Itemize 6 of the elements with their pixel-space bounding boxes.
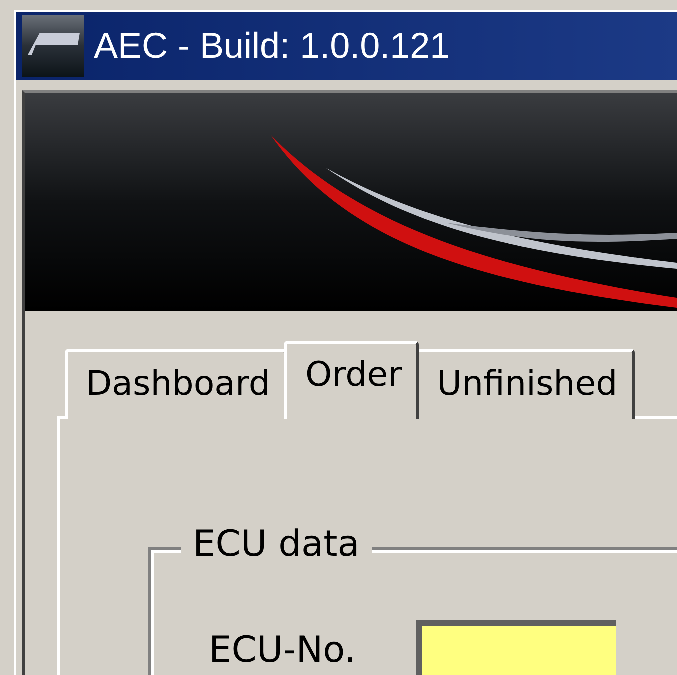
logo-icon (22, 15, 84, 77)
input-field[interactable] (416, 620, 616, 675)
window-title: AEC - Build: 1.0.0.121 (94, 25, 450, 67)
tab[interactable]: Unfinished (416, 349, 635, 419)
field-label: ECU-No. (209, 629, 356, 671)
tab[interactable]: Order (284, 341, 420, 419)
